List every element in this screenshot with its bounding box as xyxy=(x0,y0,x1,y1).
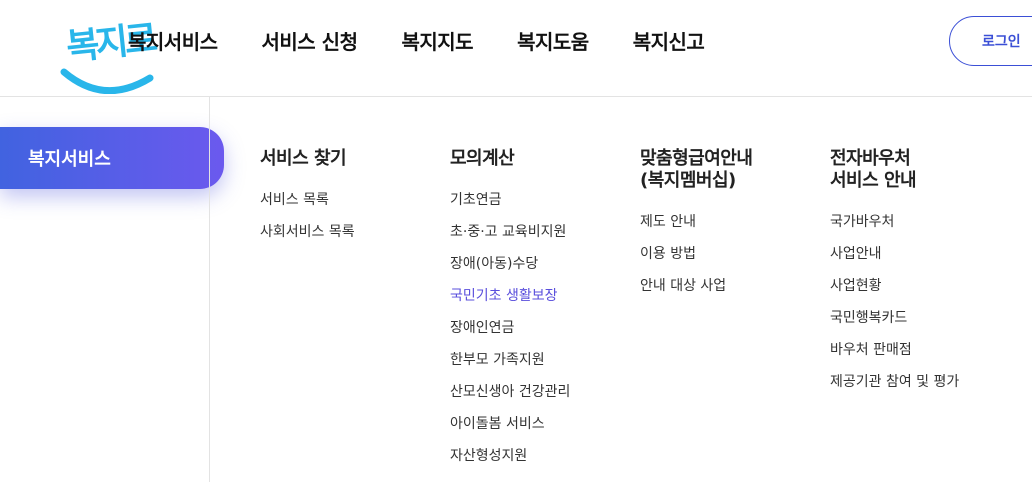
menu-link[interactable]: 서비스 목록 xyxy=(260,184,355,216)
menu-column-custom-benefit: 맞춤형급여안내 (복지멤버십) 제도 안내 이용 방법 안내 대상 사업 xyxy=(640,148,753,302)
menu-link[interactable]: 사업현황 xyxy=(830,270,959,302)
column-title[interactable]: 전자바우처 서비스 안내 xyxy=(830,148,959,192)
menu-link[interactable]: 제도 안내 xyxy=(640,206,752,238)
column-title-line: 맞춤형급여안내 xyxy=(640,148,753,169)
menu-link[interactable]: 이용 방법 xyxy=(640,238,752,270)
column-title-line: 서비스 찾기 xyxy=(260,148,347,169)
column-list: 제도 안내 이용 방법 안내 대상 사업 xyxy=(640,206,752,302)
login-button[interactable]: 로그인 xyxy=(949,16,1032,66)
menu-link[interactable]: 안내 대상 사업 xyxy=(640,270,752,302)
nav-item-welfare-report[interactable]: 복지신고 xyxy=(633,22,705,62)
nav-item-service-apply[interactable]: 서비스 신청 xyxy=(262,22,358,62)
column-title-line: 서비스 안내 xyxy=(830,170,917,191)
main-nav: 복지서비스 서비스 신청 복지지도 복지도움 복지신고 xyxy=(128,22,748,62)
nav-item-welfare-service[interactable]: 복지서비스 xyxy=(128,22,218,62)
column-title-line: (복지멤버십) xyxy=(640,170,736,191)
menu-link[interactable]: 아이돌봄 서비스 xyxy=(450,408,570,440)
menu-link-active[interactable]: 국민기초 생활보장 xyxy=(450,280,570,312)
column-list: 서비스 목록 사회서비스 목록 xyxy=(260,184,355,248)
menu-link[interactable]: 국민행복카드 xyxy=(830,302,959,334)
nav-item-welfare-map[interactable]: 복지지도 xyxy=(401,22,473,62)
menu-link[interactable]: 국가바우처 xyxy=(830,206,959,238)
menu-link[interactable]: 기초연금 xyxy=(450,184,570,216)
menu-column-service-find: 서비스 찾기 서비스 목록 사회서비스 목록 xyxy=(260,148,355,248)
menu-link[interactable]: 산모신생아 건강관리 xyxy=(450,376,570,408)
column-list: 기초연금 초·중·고 교육비지원 장애(아동)수당 국민기초 생활보장 장애인연금 한부모… xyxy=(450,184,570,472)
menu-divider xyxy=(209,97,210,482)
menu-link[interactable]: 초·중·고 교육비지원 xyxy=(450,216,570,248)
nav-item-welfare-help[interactable]: 복지도움 xyxy=(517,22,589,62)
column-title-line: 모의계산 xyxy=(450,148,515,169)
menu-link[interactable]: 제공기관 참여 및 평가 xyxy=(830,366,959,398)
column-title-line: 전자바우처 xyxy=(830,148,911,169)
menu-link[interactable]: 사회서비스 목록 xyxy=(260,216,355,248)
column-title[interactable]: 서비스 찾기 xyxy=(260,148,355,170)
menu-column-simulation: 모의계산 기초연금 초·중·고 교육비지원 장애(아동)수당 국민기초 생활보장 장애인… xyxy=(450,148,570,472)
column-title[interactable]: 맞춤형급여안내 (복지멤버십) xyxy=(640,148,753,192)
side-menu-active-welfare-service[interactable]: 복지서비스 xyxy=(0,127,224,189)
menu-link[interactable]: 장애(아동)수당 xyxy=(450,248,570,280)
menu-link[interactable]: 바우처 판매점 xyxy=(830,334,959,366)
menu-link[interactable]: 장애인연금 xyxy=(450,312,570,344)
menu-link[interactable]: 한부모 가족지원 xyxy=(450,344,570,376)
menu-link[interactable]: 사업안내 xyxy=(830,238,959,270)
menu-link[interactable]: 자산형성지원 xyxy=(450,440,570,472)
column-list: 국가바우처 사업안내 사업현황 국민행복카드 바우처 판매점 제공기관 참여 및 평가 xyxy=(830,206,959,398)
site-header: 복지로 복지서비스 서비스 신청 복지지도 복지도움 복지신고 로그인 xyxy=(0,0,1032,97)
menu-column-e-voucher: 전자바우처 서비스 안내 국가바우처 사업안내 사업현황 국민행복카드 바우처 판매점 제공… xyxy=(830,148,959,398)
column-title[interactable]: 모의계산 xyxy=(450,148,570,170)
